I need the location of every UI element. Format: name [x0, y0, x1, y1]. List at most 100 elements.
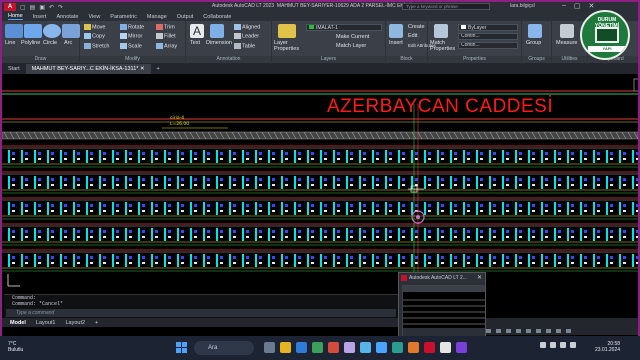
- tab-manage[interactable]: Manage: [147, 14, 167, 20]
- tab-start[interactable]: Start: [2, 64, 26, 74]
- aligned-dropdown[interactable]: Aligned: [234, 24, 260, 30]
- tab-insert[interactable]: Insert: [33, 14, 47, 20]
- workspace-icon[interactable]: [556, 329, 561, 333]
- drawing-canvas[interactable]: ciria-4L=26.00 AZERBAYCAN CADDESİ N: [2, 74, 638, 294]
- layers-group-label[interactable]: Layers: [272, 56, 385, 63]
- start-button-icon[interactable]: [176, 342, 187, 353]
- match-properties-icon[interactable]: [434, 24, 448, 38]
- match-layer-button[interactable]: Match Layer: [336, 43, 366, 49]
- circle-button[interactable]: Circle: [43, 40, 57, 46]
- weather-widget[interactable]: 7°C Bulutlu: [8, 341, 23, 353]
- tab-layout2[interactable]: Layout2: [65, 320, 85, 326]
- save-icon[interactable]: ▣: [39, 4, 45, 11]
- clock[interactable]: 20:58 23.01.2024: [595, 341, 620, 353]
- measure-button[interactable]: Measure: [556, 40, 577, 46]
- layer-properties-button[interactable]: Layer Properties: [274, 40, 302, 52]
- minimize-icon[interactable]: –: [562, 2, 566, 10]
- volume-icon[interactable]: [560, 342, 566, 348]
- ortho-toggle-icon[interactable]: [506, 329, 511, 333]
- properties-group-label[interactable]: Properties: [428, 56, 521, 63]
- lineweight-toggle-icon[interactable]: [536, 329, 541, 333]
- leader-dropdown[interactable]: Leader: [234, 33, 259, 39]
- network-icon[interactable]: [550, 342, 556, 348]
- copy-button[interactable]: Copy: [84, 33, 105, 39]
- new-icon[interactable]: ▢: [20, 4, 26, 11]
- measure-icon[interactable]: [560, 24, 574, 38]
- scale-button[interactable]: Scale: [120, 43, 142, 49]
- edge-icon[interactable]: [296, 342, 307, 353]
- grid-toggle-icon[interactable]: [486, 329, 491, 333]
- app-purple-icon[interactable]: [456, 342, 467, 353]
- tab-view[interactable]: View: [88, 14, 100, 20]
- tab-collaborate[interactable]: Collaborate: [203, 14, 231, 20]
- insert-block-icon[interactable]: [389, 24, 403, 38]
- polyline-button[interactable]: Polyline: [21, 40, 40, 46]
- move-button[interactable]: Move: [84, 24, 105, 30]
- tab-model[interactable]: Model: [10, 320, 26, 326]
- lineweight-dropdown[interactable]: Contin...: [458, 42, 518, 49]
- layer-properties-icon[interactable]: [278, 24, 296, 38]
- new-tab-button[interactable]: +: [151, 64, 166, 74]
- app-store-icon[interactable]: [344, 342, 355, 353]
- block-group-label[interactable]: Block: [386, 56, 427, 63]
- color-dropdown[interactable]: ByLayer: [458, 24, 518, 31]
- app-orange-icon[interactable]: [408, 342, 419, 353]
- fillet-button[interactable]: Fillet: [156, 33, 176, 39]
- dimension-tool-icon[interactable]: [210, 24, 224, 38]
- osnap-toggle-icon[interactable]: [526, 329, 531, 333]
- modify-group-label[interactable]: Modify: [80, 56, 185, 63]
- linetype-dropdown[interactable]: Contin...: [458, 33, 518, 40]
- group-icon[interactable]: [528, 24, 542, 38]
- polyline-tool-icon[interactable]: [24, 24, 42, 38]
- tab-output[interactable]: Output: [177, 14, 194, 20]
- snap-toggle-icon[interactable]: [496, 329, 501, 333]
- mail-icon[interactable]: [376, 342, 387, 353]
- table-button[interactable]: Table: [234, 43, 255, 49]
- tab-layout1[interactable]: Layout1: [36, 320, 56, 326]
- autocad-logo-icon[interactable]: A: [4, 3, 16, 11]
- stretch-button[interactable]: Stretch: [84, 43, 109, 49]
- taskbar-search[interactable]: Ara: [194, 341, 254, 355]
- maximize-icon[interactable]: ▢: [574, 2, 581, 10]
- preview-thumbnail[interactable]: [402, 285, 485, 338]
- layer-dropdown[interactable]: İMALAT-1: [306, 24, 382, 31]
- arc-button[interactable]: Arc: [64, 40, 72, 46]
- undo-icon[interactable]: ↶: [49, 4, 54, 11]
- add-layout-button[interactable]: +: [95, 320, 98, 326]
- rotate-button[interactable]: Rotate: [120, 24, 144, 30]
- task-view-icon[interactable]: [264, 342, 275, 353]
- file-explorer-icon[interactable]: [280, 342, 291, 353]
- match-properties-button[interactable]: Match Properties: [430, 40, 456, 52]
- line-tool-icon[interactable]: [5, 24, 23, 38]
- tab-parametric[interactable]: Parametric: [110, 14, 137, 20]
- arc-tool-icon[interactable]: [62, 24, 80, 38]
- circle-tool-icon[interactable]: [43, 24, 61, 38]
- groups-group-label[interactable]: Groups: [522, 56, 551, 63]
- app-white-icon[interactable]: [440, 342, 451, 353]
- app-teal-icon[interactable]: [392, 342, 403, 353]
- chevron-up-icon[interactable]: [540, 342, 546, 348]
- autocad-taskbar-icon[interactable]: [424, 342, 435, 353]
- create-block-button[interactable]: Create: [408, 24, 425, 30]
- mirror-button[interactable]: Mirror: [120, 33, 142, 39]
- chrome-icon[interactable]: [312, 342, 323, 353]
- line-button[interactable]: Line: [5, 40, 15, 46]
- tab-home[interactable]: Home: [8, 13, 23, 20]
- app-red-icon[interactable]: [328, 342, 339, 353]
- edit-block-button[interactable]: Edit: [408, 33, 417, 39]
- annotation-group-label[interactable]: Annotation: [186, 56, 271, 63]
- open-icon[interactable]: ▤: [30, 4, 36, 11]
- tab-annotate[interactable]: Annotate: [56, 14, 78, 20]
- user-account[interactable]: lara.bilgiçsl: [510, 3, 535, 9]
- insert-button[interactable]: Insert: [389, 40, 403, 46]
- array-button[interactable]: Array: [156, 43, 177, 49]
- customize-icon[interactable]: [566, 329, 571, 333]
- draw-group-label[interactable]: Draw: [2, 56, 79, 63]
- command-window[interactable]: Command: Command: *Cancel* Type a comman…: [4, 294, 398, 318]
- make-current-button[interactable]: Make Current: [336, 34, 369, 40]
- redo-icon[interactable]: ↷: [58, 4, 63, 11]
- help-search-input[interactable]: Type a keyword or phrase: [402, 3, 490, 10]
- annotation-scale-icon[interactable]: [546, 329, 551, 333]
- polar-toggle-icon[interactable]: [516, 329, 521, 333]
- tab-drawing[interactable]: MAHMUT BEY-SARIY...C EKİN-İKSA-1311* ✕: [25, 64, 151, 74]
